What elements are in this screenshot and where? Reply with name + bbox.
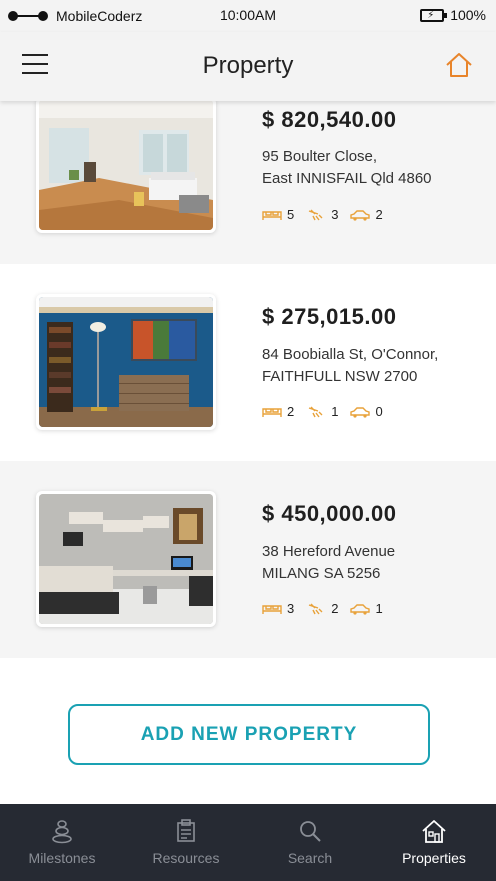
- property-price: $ 450,000.00: [262, 501, 397, 526]
- car-icon: [350, 209, 371, 221]
- property-photo: [36, 491, 216, 627]
- address-line-2: MILANG SA 5256: [262, 565, 381, 582]
- address-line-2: East INNISFAIL Qld 4860: [262, 170, 432, 187]
- bed-icon: [262, 407, 282, 417]
- baths-feature: 1: [306, 404, 338, 419]
- nav-label: Properties: [402, 850, 466, 866]
- search-icon: [300, 821, 321, 842]
- nav-properties[interactable]: Properties: [372, 804, 496, 881]
- property-card[interactable]: $ 275,015.00 84 Boobialla St, O'Connor, …: [0, 264, 496, 461]
- address-line-2: FAITHFULL NSW 2700: [262, 368, 418, 385]
- property-photo: [36, 294, 216, 430]
- baths-count: 3: [331, 207, 339, 222]
- beds-count: 2: [287, 404, 295, 419]
- cars-feature: 1: [350, 601, 383, 616]
- property-features: 3 2 1: [262, 601, 395, 616]
- baths-count: 2: [331, 601, 339, 616]
- home-icon[interactable]: [444, 50, 474, 80]
- battery-group: ⚡ 100%: [420, 7, 486, 23]
- beds-feature: 2: [262, 404, 294, 419]
- clipboard-icon: [177, 819, 195, 842]
- cars-feature: 2: [350, 207, 383, 222]
- beds-count: 3: [287, 601, 295, 616]
- app-header: Property: [0, 32, 496, 101]
- shower-icon: [309, 209, 323, 220]
- nav-label: Search: [287, 850, 333, 866]
- property-card[interactable]: $ 450,000.00 38 Hereford Avenue MILANG S…: [0, 461, 496, 658]
- status-bar: MobileCoderz 10:00AM ⚡ 100%: [0, 0, 496, 32]
- baths-count: 1: [331, 404, 339, 419]
- nav-resources[interactable]: Resources: [124, 804, 248, 881]
- property-features: 2 1 0: [262, 404, 395, 419]
- property-card[interactable]: $ 820,540.00 95 Boulter Close, East INNI…: [0, 97, 496, 264]
- bed-icon: [262, 604, 282, 614]
- property-address: 84 Boobialla St, O'Connor, FAITHFULL NSW…: [262, 344, 438, 388]
- beds-count: 5: [287, 207, 295, 222]
- property-price: $ 820,540.00: [262, 107, 397, 132]
- shower-icon: [309, 603, 323, 614]
- cars-count: 1: [375, 601, 383, 616]
- property-address: 38 Hereford Avenue MILANG SA 5256: [262, 541, 395, 585]
- cars-feature: 0: [350, 404, 383, 419]
- cars-count: 2: [375, 207, 383, 222]
- bed-icon: [262, 210, 282, 220]
- address-line-1: 38 Hereford Avenue: [262, 543, 396, 560]
- nav-search[interactable]: Search: [248, 804, 372, 881]
- shower-icon: [309, 406, 323, 417]
- stacked-stones-icon: [52, 820, 72, 844]
- cars-count: 0: [375, 404, 383, 419]
- property-list: $ 820,540.00 95 Boulter Close, East INNI…: [0, 97, 496, 658]
- car-icon: [350, 603, 371, 615]
- property-address: 95 Boulter Close, East INNISFAIL Qld 486…: [262, 146, 432, 190]
- bottom-nav: Milestones Resources Search Properties: [0, 804, 496, 881]
- nav-label: Resources: [152, 850, 220, 866]
- car-icon: [350, 406, 371, 418]
- address-line-1: 95 Boulter Close,: [262, 148, 378, 165]
- beds-feature: 3: [262, 601, 294, 616]
- address-line-1: 84 Boobialla St, O'Connor,: [262, 346, 439, 363]
- battery-icon: ⚡: [420, 8, 448, 22]
- baths-feature: 2: [306, 601, 338, 616]
- baths-feature: 3: [306, 207, 338, 222]
- house-icon: [422, 820, 446, 843]
- battery-label: 100%: [450, 7, 486, 23]
- page-title: Property: [202, 52, 294, 79]
- property-price: $ 275,015.00: [262, 304, 397, 329]
- property-photo: [36, 97, 216, 233]
- add-new-property-button[interactable]: ADD NEW PROPERTY: [68, 704, 430, 765]
- property-features: 5 3 2: [262, 207, 395, 222]
- nav-label: Milestones: [28, 850, 96, 866]
- nav-milestones[interactable]: Milestones: [0, 804, 124, 881]
- beds-feature: 5: [262, 207, 294, 222]
